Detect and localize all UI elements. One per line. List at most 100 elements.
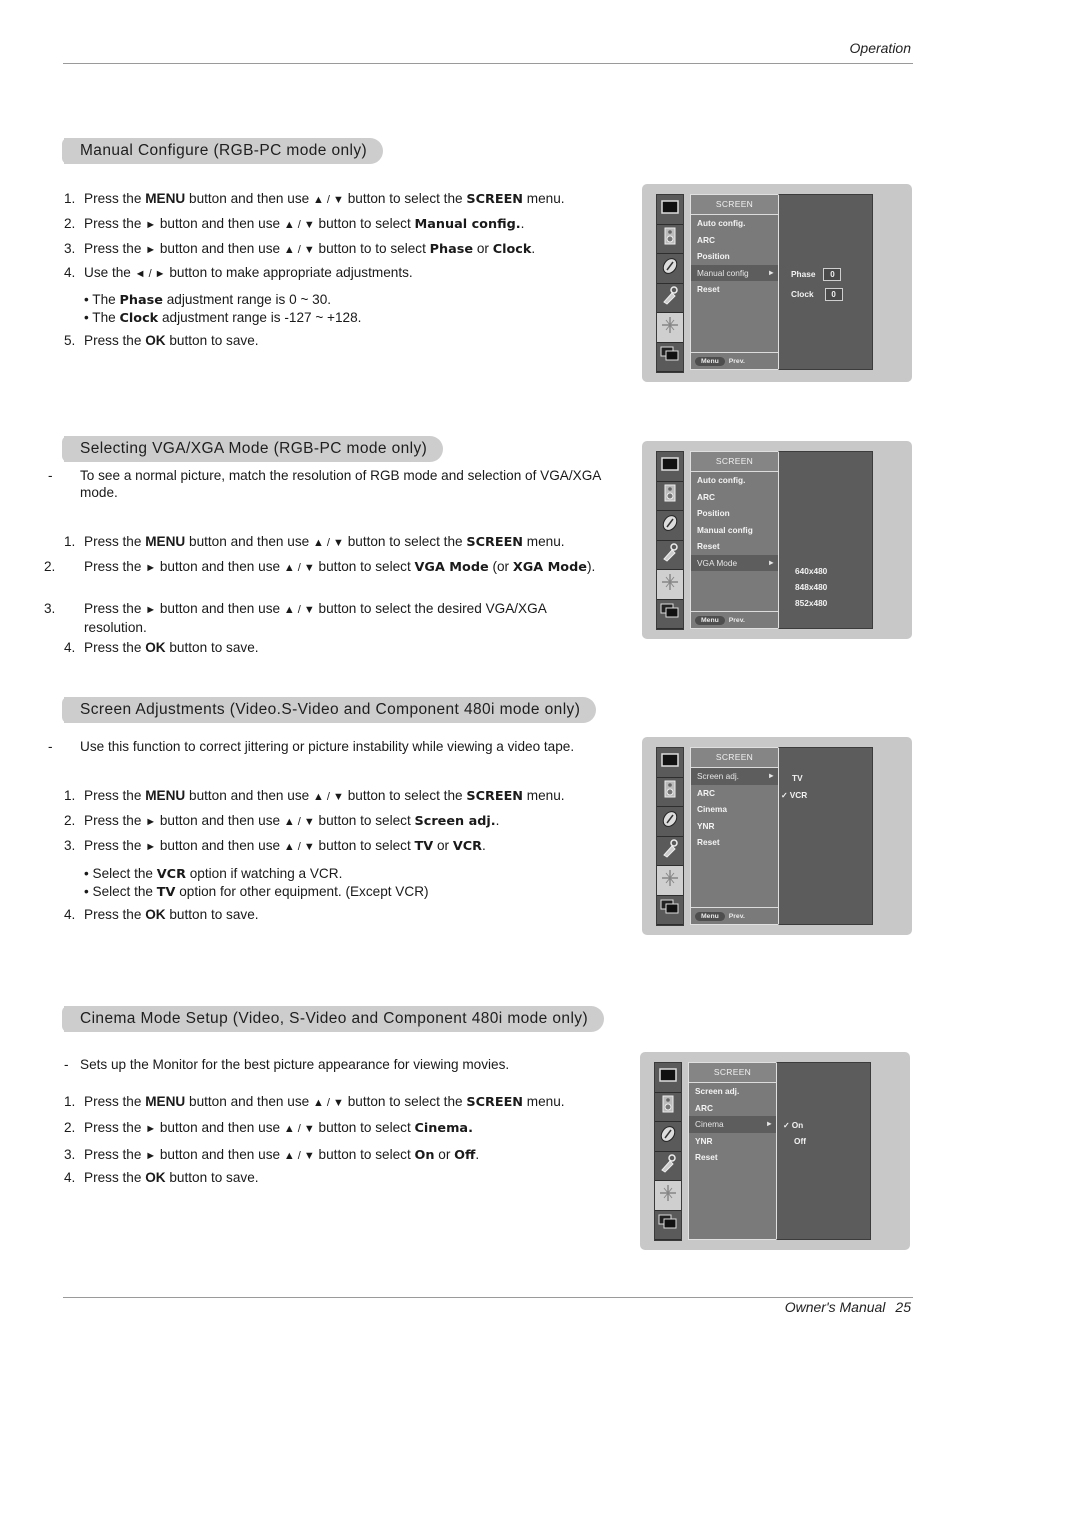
- osd-submenu: TV ✓ VCR: [778, 747, 873, 925]
- osd-tab-clock[interactable]: [657, 807, 683, 837]
- osd-tab-screen-adjust[interactable]: [657, 313, 683, 343]
- submenu-tv[interactable]: TV: [792, 773, 803, 783]
- step-2: 2. Press the ► button and then use ▲ / ▼ …: [64, 1120, 473, 1136]
- osd-menu-item[interactable]: Reset: [691, 834, 778, 851]
- osd-tab-clock[interactable]: [657, 511, 683, 541]
- picture-icon: [661, 753, 679, 772]
- osd-tab-screen-adjust[interactable]: [657, 570, 683, 600]
- osd-tab-key[interactable]: [657, 541, 683, 570]
- osd-tab-speaker[interactable]: [657, 778, 683, 807]
- step-3: 3. Press the ► button and then use ▲ / ▼ …: [64, 1147, 480, 1163]
- osd-tab-screen-adjust[interactable]: [655, 1181, 681, 1211]
- osd-menu-item[interactable]: ARC: [691, 489, 778, 506]
- osd-tab-picture[interactable]: [657, 195, 683, 225]
- menu-button[interactable]: Menu: [695, 911, 725, 921]
- osd-tab-pip[interactable]: [655, 1211, 681, 1240]
- osd-menu-item[interactable]: Cinema ►: [689, 1116, 785, 1133]
- osd-menu-item-label: ARC: [697, 234, 715, 245]
- submenu-848x480[interactable]: 848x480: [795, 582, 827, 592]
- submenu-on[interactable]: ✓ On: [783, 1120, 803, 1130]
- osd-tab-pip[interactable]: [657, 600, 683, 629]
- section-title-vga-xga-mode: Selecting VGA/XGA Mode (RGB-PC mode only…: [61, 436, 444, 462]
- osd-menu-item-label: Manual config: [697, 267, 749, 278]
- osd-tab-picture[interactable]: [657, 452, 683, 482]
- clock-icon: [661, 514, 679, 537]
- page-number: 25: [895, 1299, 911, 1315]
- osd-menu-item[interactable]: Manual config ►: [691, 264, 787, 281]
- osd-menu-item[interactable]: VGA Mode ►: [691, 554, 787, 571]
- osd-menu-item-label: ARC: [695, 1102, 713, 1113]
- osd-menu-item[interactable]: Reset: [691, 281, 778, 298]
- osd-tab-pip[interactable]: [657, 896, 683, 925]
- header-rule: [63, 63, 913, 64]
- osd-tab-key[interactable]: [657, 284, 683, 313]
- step-4: 4. Press the OK button to save.: [64, 640, 259, 655]
- submenu-640x480[interactable]: 640x480: [795, 566, 827, 576]
- right-arrow-icon: ►: [765, 1119, 773, 1128]
- menu-button[interactable]: Menu: [695, 356, 725, 366]
- key-icon: [659, 1153, 677, 1178]
- step-1: 1. Press the MENU button and then use ▲ /…: [64, 1094, 565, 1110]
- osd-screen-manual-config: SCREEN Auto config. ARC Position Manual con…: [642, 184, 912, 382]
- osd-menu-item[interactable]: Screen adj.: [689, 1083, 776, 1100]
- clock-icon: [659, 1125, 677, 1148]
- osd-icon-strip: [656, 451, 684, 630]
- osd-menu-item[interactable]: Manual config: [691, 522, 778, 539]
- section-title-manual-configure: Manual Configure (RGB-PC mode only): [61, 138, 384, 164]
- osd-menu-item-label: Manual config: [697, 524, 753, 535]
- picture-icon: [661, 200, 679, 219]
- osd-menu-item[interactable]: ARC: [691, 232, 778, 249]
- osd-menu-item[interactable]: ARC: [689, 1100, 776, 1117]
- osd-menu-footer: Menu Prev.: [691, 611, 778, 628]
- osd-menu-item[interactable]: Screen adj. ►: [691, 768, 787, 785]
- osd-menu-item[interactable]: Position: [691, 248, 778, 265]
- osd-tab-speaker[interactable]: [657, 482, 683, 511]
- osd-menu-item[interactable]: Reset: [689, 1149, 776, 1166]
- osd-menu-item[interactable]: YNR: [691, 818, 778, 835]
- osd-menu-item[interactable]: Auto config.: [691, 472, 778, 489]
- osd-tab-picture[interactable]: [657, 748, 683, 778]
- osd-menu-item-label: Screen adj.: [697, 771, 739, 781]
- header-section-label: Operation: [849, 40, 911, 56]
- intro-note: - Sets up the Monitor for the best pictur…: [64, 1057, 510, 1072]
- osd-tab-pip[interactable]: [657, 343, 683, 372]
- osd-menu-item[interactable]: Reset: [691, 538, 778, 555]
- pip-icon: [660, 346, 680, 367]
- step-3: 3. Press the ► button and then use ▲ / ▼ …: [64, 241, 536, 257]
- step-4: 4. Press the OK button to save.: [64, 1170, 259, 1185]
- submenu-clock[interactable]: Clock 0: [791, 288, 843, 301]
- right-arrow-icon: ►: [767, 267, 775, 277]
- osd-tab-key[interactable]: [657, 837, 683, 866]
- osd-menu-item[interactable]: Auto config.: [691, 215, 778, 232]
- osd-menu-item-label: ARC: [697, 491, 715, 502]
- prev-label: Prev.: [728, 912, 745, 920]
- osd-tab-screen-adjust[interactable]: [657, 866, 683, 896]
- submenu-vcr[interactable]: ✓ VCR: [781, 790, 807, 800]
- osd-tab-picture[interactable]: [655, 1063, 681, 1093]
- osd-menu-item[interactable]: YNR: [689, 1133, 776, 1150]
- right-arrow-icon: ►: [767, 557, 775, 567]
- menu-button[interactable]: Menu: [695, 615, 725, 625]
- osd-menu: SCREEN Screen adj. ► ARC Cinema YNR Reset Men…: [690, 747, 787, 925]
- submenu-off[interactable]: Off: [794, 1136, 806, 1146]
- osd-menu-item-label: Position: [697, 508, 730, 518]
- submenu-phase[interactable]: Phase 0: [791, 268, 842, 281]
- osd-tab-clock[interactable]: [657, 254, 683, 284]
- prev-label: Prev.: [728, 357, 745, 365]
- osd-menu-item[interactable]: Position: [691, 505, 778, 522]
- screen-adjust-icon: [660, 868, 680, 893]
- footer-label: Owner's Manual 25: [785, 1299, 911, 1315]
- bullet-tv: • Select the TV option for other equipme…: [84, 884, 429, 900]
- step-4: 4. Use the ◄ / ► button to make appropria…: [64, 265, 413, 280]
- osd-menu-item-label: VGA Mode: [697, 557, 738, 568]
- submenu-852x480[interactable]: 852x480: [795, 598, 827, 608]
- footer-manual-title: Owner's Manual: [784, 1299, 886, 1315]
- step-5: 5. Press the OK button to save.: [64, 333, 259, 348]
- osd-tab-speaker[interactable]: [657, 225, 683, 254]
- osd-tab-speaker[interactable]: [655, 1093, 681, 1122]
- osd-menu-item[interactable]: Cinema: [691, 801, 778, 818]
- osd-menu-item[interactable]: ARC: [691, 785, 778, 802]
- osd-tab-clock[interactable]: [655, 1122, 681, 1152]
- osd-menu-item-label: YNR: [697, 820, 715, 831]
- osd-tab-key[interactable]: [655, 1152, 681, 1181]
